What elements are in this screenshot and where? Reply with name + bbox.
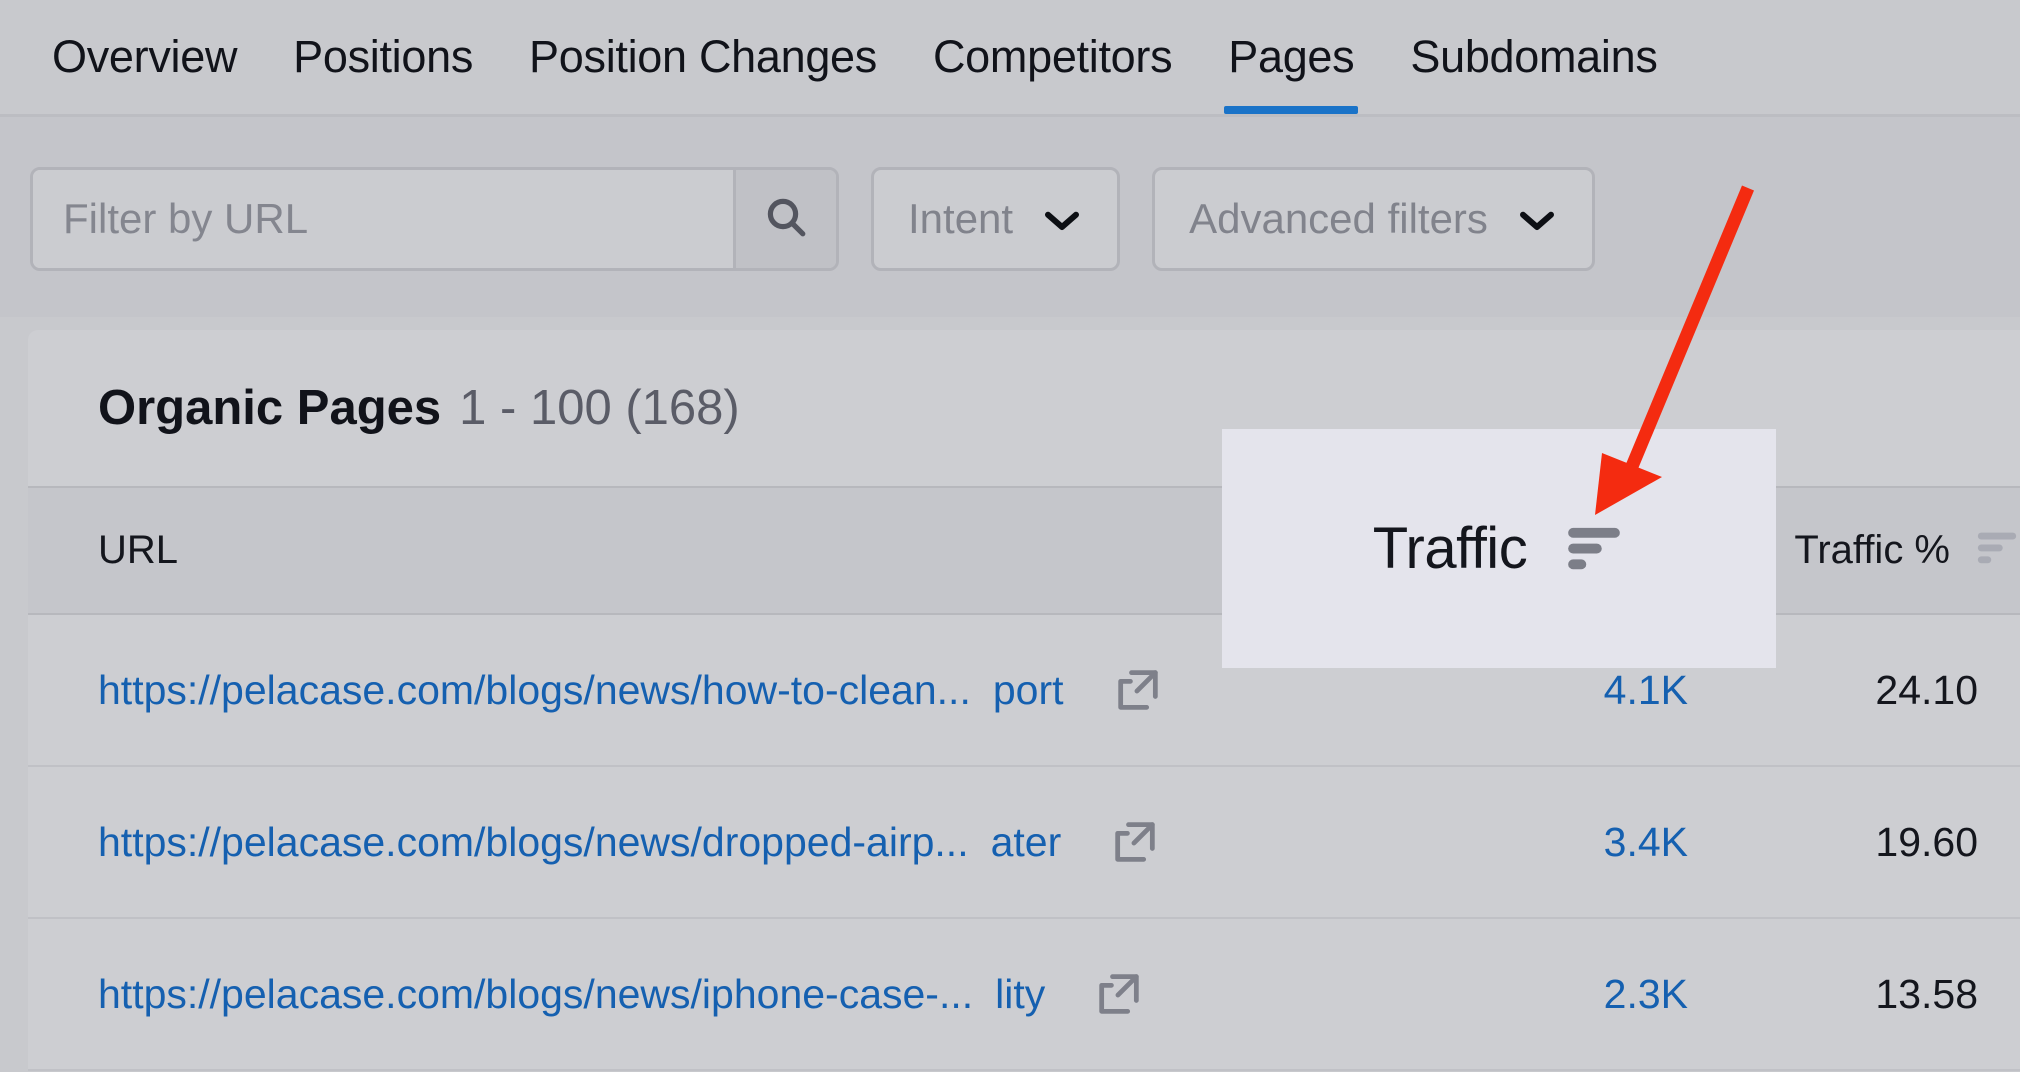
column-header-traffic-percent[interactable]: Traffic %: [1734, 526, 2020, 576]
nav-tab-list: Overview Positions Position Changes Comp…: [24, 0, 1686, 114]
traffic-column-highlight-overlay: Traffic: [1222, 429, 1776, 668]
page-url-suffix[interactable]: ater: [991, 819, 1062, 866]
nav-tab-competitors[interactable]: Competitors: [905, 0, 1200, 114]
intent-dropdown[interactable]: Intent: [871, 167, 1121, 271]
nav-tab-label: Overview: [52, 31, 238, 82]
cell-traffic[interactable]: 2.3K: [1358, 971, 1688, 1018]
cell-url: https://pelacase.com/blogs/news/dropped-…: [28, 816, 1358, 868]
sort-descending-icon: [1974, 526, 2020, 576]
search-icon: [762, 193, 810, 246]
nav-tab-subdomains[interactable]: Subdomains: [1382, 0, 1685, 114]
chevron-down-icon: [1516, 195, 1558, 243]
page-url-link[interactable]: https://pelacase.com/blogs/news/how-to-c…: [98, 667, 971, 714]
table-row: https://pelacase.com/blogs/news/dropped-…: [28, 767, 2020, 919]
nav-tab-positions[interactable]: Positions: [265, 0, 501, 114]
nav-tab-pages[interactable]: Pages: [1200, 0, 1382, 114]
table-row: https://pelacase.com/blogs/news/iphone-c…: [28, 919, 2020, 1071]
url-filter-input[interactable]: [33, 170, 733, 268]
chevron-down-icon: [1041, 195, 1083, 243]
column-header-url[interactable]: URL: [28, 528, 1409, 573]
cell-traffic-percent: 13.58: [1875, 970, 1978, 1017]
external-link-icon[interactable]: [1112, 664, 1164, 716]
nav-tab-label: Positions: [293, 31, 474, 82]
nav-tab-overview[interactable]: Overview: [24, 0, 265, 114]
external-link-icon[interactable]: [1109, 816, 1161, 868]
advanced-filters-label: Advanced filters: [1189, 195, 1488, 242]
sort-descending-icon[interactable]: [1563, 519, 1625, 578]
column-header-label: Traffic %: [1794, 528, 1950, 572]
intent-dropdown-label: Intent: [908, 195, 1014, 242]
primary-nav-bar: Overview Positions Position Changes Comp…: [0, 0, 2020, 117]
table-title-range: 1 - 100 (168): [459, 381, 740, 435]
page-url-suffix[interactable]: lity: [995, 971, 1045, 1018]
advanced-filters-dropdown[interactable]: Advanced filters: [1152, 167, 1595, 271]
cell-traffic-percent: 19.60: [1875, 818, 1978, 865]
cell-traffic-percent: 24.10: [1875, 666, 1978, 713]
page-url-link[interactable]: https://pelacase.com/blogs/news/iphone-c…: [98, 971, 973, 1018]
page-url-suffix[interactable]: port: [993, 667, 1064, 714]
cell-traffic[interactable]: 3.4K: [1358, 819, 1688, 866]
cell-url: https://pelacase.com/blogs/news/iphone-c…: [28, 968, 1358, 1020]
cell-traffic[interactable]: 4.1K: [1358, 667, 1688, 714]
search-button[interactable]: [733, 170, 836, 268]
nav-tab-label: Pages: [1228, 31, 1355, 82]
cell-url: https://pelacase.com/blogs/news/how-to-c…: [28, 664, 1358, 716]
nav-tab-label: Position Changes: [529, 31, 877, 82]
external-link-icon[interactable]: [1093, 968, 1145, 1020]
url-filter-group: [30, 167, 839, 271]
page-url-link[interactable]: https://pelacase.com/blogs/news/dropped-…: [98, 819, 969, 866]
nav-tab-label: Subdomains: [1410, 31, 1658, 82]
filter-toolbar: Intent Advanced filters: [0, 117, 2020, 317]
filter-controls: Intent Advanced filters: [30, 167, 1595, 271]
nav-tab-label: Competitors: [932, 31, 1173, 82]
column-header-label: URL: [98, 528, 179, 572]
traffic-overlay-label: Traffic: [1372, 516, 1528, 581]
nav-tab-position-changes[interactable]: Position Changes: [501, 0, 905, 114]
table-title-main: Organic Pages: [98, 381, 442, 435]
